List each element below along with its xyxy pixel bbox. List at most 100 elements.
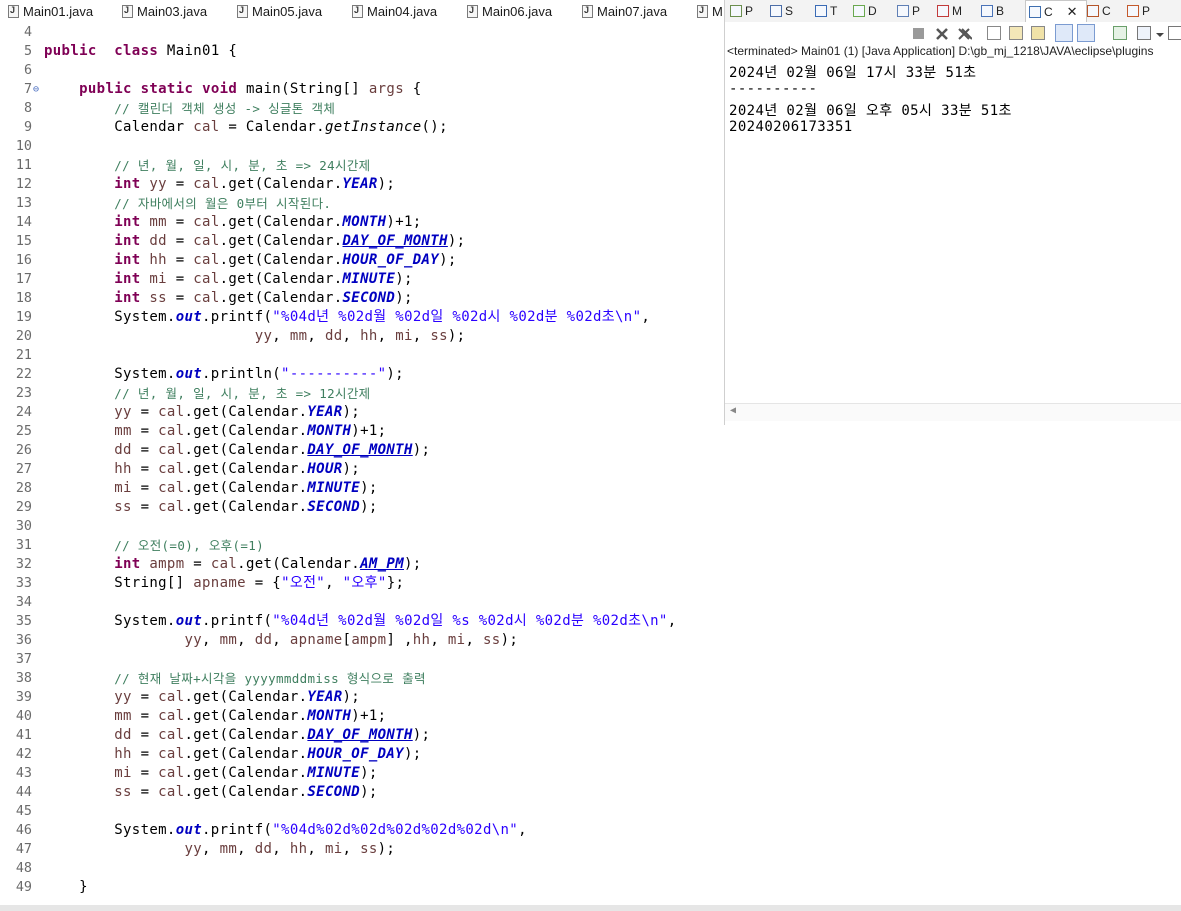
code-token: =: [166, 233, 194, 249]
line-number: 20: [15, 329, 32, 344]
horizontal-scrollbar[interactable]: ◀: [725, 403, 1181, 421]
code-token: );: [386, 366, 404, 382]
line-number: 18: [15, 291, 32, 306]
view-tab[interactable]: B: [981, 0, 1004, 22]
code-token: hh: [149, 252, 167, 268]
java-file-icon: [237, 4, 248, 18]
code-token: .get(Calendar.: [219, 271, 343, 287]
code-line: 34: [0, 593, 724, 612]
word-wrap-icon[interactable]: [1031, 26, 1045, 40]
code-token: mm: [219, 632, 238, 648]
close-icon[interactable]: ✕: [1067, 4, 1078, 20]
code-token: System.: [44, 613, 176, 629]
code-token: }: [44, 879, 88, 895]
chevron-down-icon[interactable]: [1155, 26, 1169, 40]
editor-tab[interactable]: Main06.java: [467, 0, 552, 22]
code-token: MINUTE: [307, 765, 361, 781]
code-line: 26 dd = cal.get(Calendar.DAY_OF_MONTH);: [0, 441, 724, 460]
editor-tab[interactable]: M: [697, 0, 723, 22]
code-token: .get(Calendar.: [184, 442, 308, 458]
code-text: mi = cal.get(Calendar.MINUTE);: [44, 764, 378, 783]
code-token: .get(Calendar.: [184, 746, 308, 762]
code-text: mm = cal.get(Calendar.MONTH)+1;: [44, 707, 386, 726]
editor-tab[interactable]: Main01.java: [8, 0, 93, 22]
view-tab[interactable]: C: [1087, 0, 1111, 22]
line-number: 23: [15, 386, 32, 401]
view-tab[interactable]: M: [937, 0, 962, 22]
scroll-lock-icon[interactable]: [1009, 26, 1023, 40]
code-token: .get(Calendar.: [184, 480, 308, 496]
code-line: 29 ss = cal.get(Calendar.SECOND);: [0, 498, 724, 517]
code-token: out: [175, 309, 203, 325]
java-file-icon: [352, 4, 363, 18]
view-tab[interactable]: D: [853, 0, 877, 22]
scroll-left-icon[interactable]: ◀: [730, 405, 736, 416]
view-tab[interactable]: C ✕: [1025, 0, 1087, 22]
code-line: 25 mm = cal.get(Calendar.MONTH)+1;: [0, 422, 724, 441]
fold-toggle-icon[interactable]: ⊖: [33, 80, 39, 99]
clear-console-icon[interactable]: [987, 26, 1001, 40]
code-token: =: [166, 290, 194, 306]
code-token: HOUR_OF_DAY: [342, 252, 440, 268]
view-tab[interactable]: P: [897, 0, 920, 22]
line-number: 29: [15, 500, 32, 515]
editor-tab[interactable]: Main03.java: [122, 0, 207, 22]
code-token: MINUTE: [342, 271, 396, 287]
code-token: dd: [254, 632, 273, 648]
code-token: );: [439, 252, 457, 268]
code-token: ();: [421, 119, 448, 135]
view-tab[interactable]: P: [730, 0, 753, 22]
code-line: 30: [0, 517, 724, 536]
code-token: =: [131, 765, 159, 781]
code-token: yy: [114, 404, 132, 420]
code-token: ampm: [149, 556, 185, 572]
terminate-icon[interactable]: [913, 28, 924, 39]
code-token: ss: [114, 784, 132, 800]
display-console-icon[interactable]: [1137, 26, 1151, 40]
editor-tab[interactable]: Main04.java: [352, 0, 437, 22]
view-tab[interactable]: P: [1127, 0, 1150, 22]
line-number: 8: [23, 101, 32, 116]
remove-launch-icon[interactable]: [935, 26, 949, 40]
java-file-icon: [8, 4, 19, 18]
editor-tab[interactable]: Main05.java: [237, 0, 322, 22]
code-token: String[]: [44, 575, 194, 591]
code-token: public: [44, 43, 97, 59]
code-token: System.: [44, 366, 176, 382]
open-console-icon[interactable]: [1168, 26, 1181, 40]
editor-tab-label: Main04.java: [367, 3, 438, 19]
view-tab[interactable]: S: [770, 0, 793, 22]
code-text: System.out.printf("%04d년 %02d월 %02d일 %02…: [44, 308, 650, 327]
code-text: yy, mm, dd, apname[ampm] ,hh, mi, ss);: [44, 631, 518, 650]
code-token: // 년, 월, 일, 시, 분, 초 => 24시간제: [114, 158, 371, 173]
code-token: =: [166, 176, 194, 192]
code-token: mi: [395, 328, 413, 344]
code-token: hh: [289, 841, 308, 857]
line-number: 25: [15, 424, 32, 439]
code-text: int yy = cal.get(Calendar.YEAR);: [44, 175, 395, 194]
remove-all-launches-icon[interactable]: [958, 26, 973, 40]
show-on-output-icon[interactable]: [1055, 24, 1073, 42]
line-number: 17: [15, 272, 32, 287]
show-on-error-icon[interactable]: [1077, 24, 1095, 42]
view-tab-label: P: [745, 4, 754, 18]
editor-tab[interactable]: Main07.java: [582, 0, 667, 22]
view-tab-label: P: [912, 4, 921, 18]
line-number: 5: [23, 44, 32, 59]
line-number: 36: [15, 633, 32, 648]
view-tab[interactable]: T: [815, 0, 837, 22]
code-text: hh = cal.get(Calendar.HOUR);: [44, 460, 360, 479]
horizontal-scrollbar-editor[interactable]: [0, 905, 1181, 911]
code-editor[interactable]: 4 5 public class Main01 {6 7 ⊖ public static…: [0, 22, 724, 911]
code-token: =: [166, 214, 194, 230]
code-token: getInstance: [324, 119, 422, 135]
code-token: Main01 {: [158, 43, 238, 59]
code-token: = {: [245, 575, 282, 591]
console-line: 2024년 02월 06일 오후 05시 33분 51초: [729, 103, 1012, 119]
code-token: cal: [158, 404, 185, 420]
pin-console-icon[interactable]: [1113, 26, 1127, 40]
